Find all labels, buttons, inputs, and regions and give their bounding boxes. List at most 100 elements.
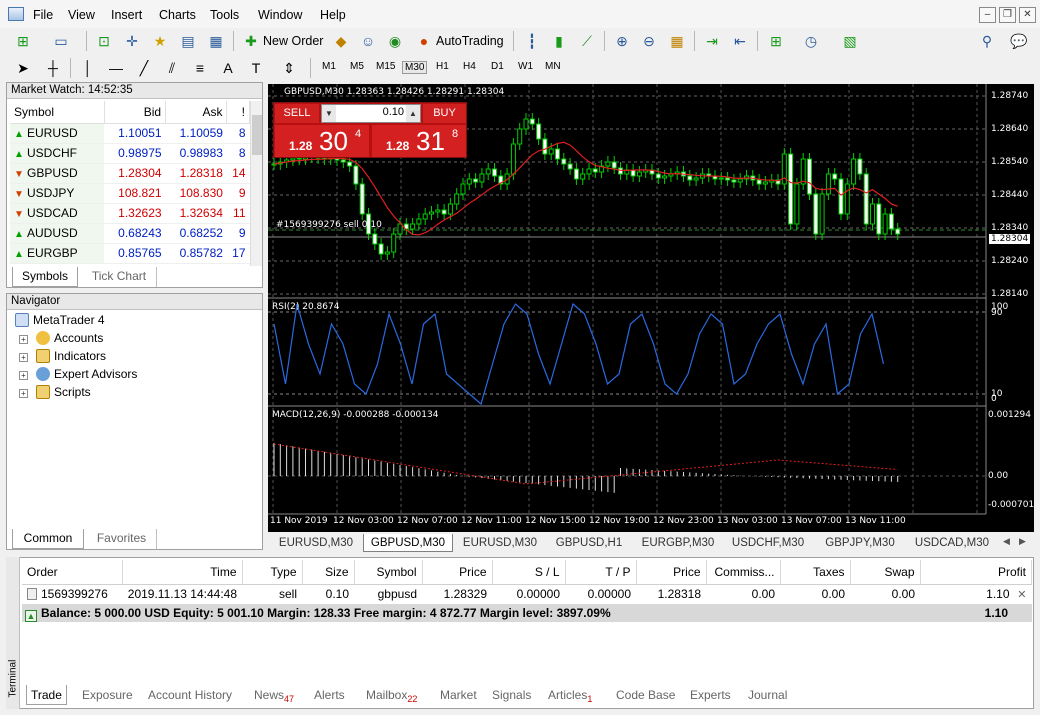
terminal-icon[interactable]: ▤ <box>177 30 199 52</box>
chart-tab-active[interactable]: GBPUSD,M30 <box>363 534 453 552</box>
timeframe-h4[interactable]: H4 <box>463 61 476 72</box>
col-type[interactable]: Type <box>242 560 303 585</box>
market-watch-scrollbar[interactable] <box>250 101 262 266</box>
autotrading-icon[interactable]: ● <box>413 30 435 52</box>
terminal-tab-journal[interactable]: Journal <box>744 685 791 705</box>
channel-icon[interactable]: ⫽ <box>161 57 183 79</box>
chat-icon[interactable]: 💬 <box>1008 30 1030 52</box>
zoom-in-icon[interactable]: ⊕ <box>611 30 633 52</box>
nav-root[interactable]: MetaTrader 4 <box>15 311 105 329</box>
col-ask[interactable]: Ask <box>165 101 228 124</box>
market-watch-row[interactable]: ▲ AUDUSD 0.68243 0.68252 9 <box>10 223 250 244</box>
crosshair-icon[interactable]: ┼ <box>42 57 64 79</box>
periods-icon[interactable]: ◷ <box>800 30 822 52</box>
vertical-line-icon[interactable]: │ <box>77 57 99 79</box>
minimize-icon[interactable]: – <box>979 7 996 23</box>
autoscroll-icon[interactable]: ⇥ <box>701 30 723 52</box>
terminal-tab-mailbox[interactable]: Mailbox22 <box>362 685 421 705</box>
timeframe-m5[interactable]: M5 <box>350 61 364 72</box>
col-commission[interactable]: Commiss... <box>706 560 781 585</box>
autotrading-button[interactable]: AutoTrading <box>436 34 504 48</box>
horizontal-line-icon[interactable]: — <box>105 57 127 79</box>
menu-file[interactable]: File <box>33 8 53 22</box>
col-symbol[interactable]: Symbol <box>354 560 423 585</box>
market-watch-row[interactable]: ▲ USDCHF 0.98975 0.98983 8 <box>10 143 250 164</box>
buy-price-button[interactable]: 1.28 31 8 <box>372 125 466 157</box>
text-label-icon[interactable]: T <box>245 57 267 79</box>
timeframe-mn[interactable]: MN <box>545 61 561 72</box>
tabs-scroll-right-icon[interactable]: ▶ <box>1019 536 1026 547</box>
terminal-tab-account-history[interactable]: Account History <box>144 685 236 705</box>
chart-tab[interactable]: EURUSD,M30 <box>272 534 360 552</box>
col-time[interactable]: Time <box>122 560 243 585</box>
market-watch-row[interactable]: ▲ EURGBP 0.85765 0.85782 17 <box>10 243 250 264</box>
terminal-tab-trade[interactable]: Trade <box>26 685 67 705</box>
fibonacci-icon[interactable]: ≡ <box>189 57 211 79</box>
chart-tab[interactable]: USDCHF,M30 <box>724 534 812 552</box>
market-watch-row[interactable]: ▲ EURUSD 1.10051 1.10059 8 <box>10 123 250 144</box>
lot-size-value[interactable]: 0.10 <box>338 106 404 121</box>
col-symbol[interactable]: Symbol <box>10 101 105 124</box>
navigator-icon[interactable]: ★ <box>149 30 171 52</box>
tab-favorites[interactable]: Favorites <box>87 529 157 549</box>
timeframe-h1[interactable]: H1 <box>436 61 449 72</box>
line-chart-icon[interactable]: ⟋ <box>576 30 598 52</box>
trendline-icon[interactable]: ╱ <box>133 57 155 79</box>
lot-increase-icon[interactable]: ▲ <box>406 105 420 122</box>
nav-scripts[interactable]: Scripts <box>36 383 91 401</box>
col-tp[interactable]: T / P <box>565 560 637 585</box>
col-order[interactable]: Order <box>22 560 123 585</box>
terminal-tab-experts[interactable]: Experts <box>686 685 735 705</box>
data-window-icon[interactable]: ✛ <box>121 30 143 52</box>
tab-tick-chart[interactable]: Tick Chart <box>82 267 157 287</box>
menu-insert[interactable]: Insert <box>111 8 142 22</box>
zoom-out-icon[interactable]: ⊖ <box>638 30 660 52</box>
terminal-tab-signals[interactable]: Signals <box>488 685 535 705</box>
bar-chart-icon[interactable]: ┇ <box>521 30 543 52</box>
tab-common[interactable]: Common <box>12 529 84 549</box>
col-sl[interactable]: S / L <box>492 560 566 585</box>
terminal-tab-alerts[interactable]: Alerts <box>310 685 349 705</box>
chart-tab[interactable]: EURUSD,M30 <box>456 534 544 552</box>
expand-accounts-icon[interactable]: + <box>19 335 28 344</box>
col-spread[interactable]: ! <box>226 101 250 124</box>
strategy-tester-icon[interactable]: ▦ <box>205 30 227 52</box>
menu-window[interactable]: Window <box>258 8 302 22</box>
menu-tools[interactable]: Tools <box>210 8 239 22</box>
text-icon[interactable]: A <box>217 57 239 79</box>
cursor-icon[interactable]: ➤ <box>12 57 34 79</box>
order-sl[interactable]: 0.00000 <box>492 584 565 604</box>
expand-scripts-icon[interactable]: + <box>19 389 28 398</box>
arrows-icon[interactable]: ⇕ <box>278 57 300 79</box>
new-chart-icon[interactable]: ⊞ <box>12 30 34 52</box>
expand-indicators-icon[interactable]: + <box>19 353 28 362</box>
terminal-tab-code-base[interactable]: Code Base <box>612 685 679 705</box>
market-watch-row[interactable]: ▼ USDCAD 1.32623 1.32634 11 <box>10 203 250 224</box>
col-bid[interactable]: Bid <box>104 101 167 124</box>
terminal-tab-market[interactable]: Market <box>436 685 481 705</box>
expand-expert-advisors-icon[interactable]: + <box>19 371 28 380</box>
col-price[interactable]: Price <box>422 560 493 585</box>
tab-symbols[interactable]: Symbols <box>12 267 78 287</box>
terminal-tab-news[interactable]: News47 <box>250 685 298 705</box>
col-size[interactable]: Size <box>302 560 355 585</box>
nav-accounts[interactable]: Accounts <box>36 329 103 347</box>
col-swap[interactable]: Swap <box>850 560 921 585</box>
close-order-icon[interactable]: ✕ <box>1017 588 1026 601</box>
order-row[interactable]: 1569399276 2019.11.13 14:44:48 sell 0.10… <box>22 584 1032 604</box>
timeframe-m1[interactable]: M1 <box>322 61 336 72</box>
chart-tab[interactable]: USDCAD,M30 <box>908 534 996 552</box>
market-watch-row[interactable]: ▼ USDJPY 108.821 108.830 9 <box>10 183 250 204</box>
order-tp[interactable]: 0.00000 <box>565 584 636 604</box>
sell-button[interactable]: SELL <box>275 104 319 123</box>
tabs-scroll-left-icon[interactable]: ◀ <box>1003 536 1010 547</box>
candlestick-icon[interactable]: ▮ <box>548 30 570 52</box>
chart-window[interactable]: GBPUSD,M30 1.28363 1.28426 1.28291 1.283… <box>268 84 1034 532</box>
chart-shift-icon[interactable]: ⇤ <box>729 30 751 52</box>
menu-help[interactable]: Help <box>320 8 346 22</box>
profiles-icon[interactable]: ▭ <box>50 30 72 52</box>
new-order-icon[interactable]: ✚ <box>240 30 262 52</box>
nav-indicators[interactable]: Indicators <box>36 347 106 365</box>
market-watch-row[interactable]: ▼ GBPUSD 1.28304 1.28318 14 <box>10 163 250 184</box>
sell-price-button[interactable]: 1.28 30 4 <box>275 125 369 157</box>
